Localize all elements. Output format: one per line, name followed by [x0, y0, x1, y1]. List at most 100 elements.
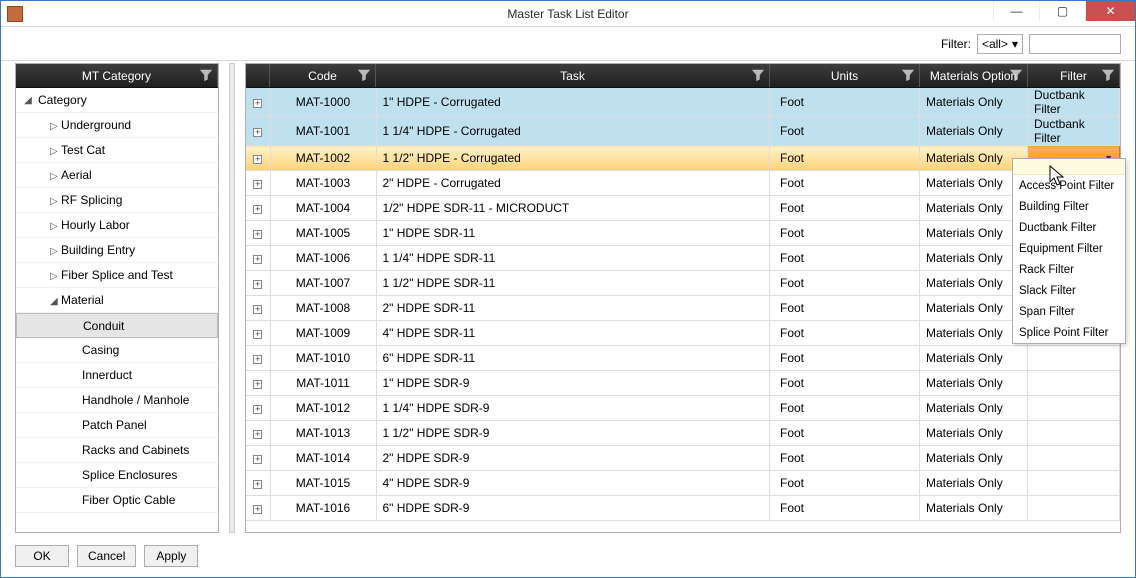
dropdown-option[interactable]: Building Filter: [1013, 196, 1125, 217]
tree-item-fiber-splice-and-test[interactable]: ▷ Fiber Splice and Test: [16, 263, 218, 288]
table-row[interactable]: +MAT-10131 1/2" HDPE SDR-9FootMaterials …: [246, 421, 1120, 446]
task-cell[interactable]: 4" HDPE SDR-11: [376, 321, 770, 346]
code-cell[interactable]: MAT-1007: [270, 271, 376, 296]
units-cell[interactable]: Foot: [770, 196, 920, 221]
table-row[interactable]: +MAT-10011 1/4" HDPE - CorrugatedFootMat…: [246, 117, 1120, 146]
task-cell[interactable]: 1 1/4" HDPE - Corrugated: [376, 117, 770, 146]
filter-cell[interactable]: Ductbank Filter: [1028, 117, 1120, 146]
close-button[interactable]: ✕: [1085, 1, 1135, 21]
task-cell[interactable]: 2" HDPE - Corrugated: [376, 171, 770, 196]
task-cell[interactable]: 4" HDPE SDR-9: [376, 471, 770, 496]
units-cell[interactable]: Foot: [770, 321, 920, 346]
tree-item-building-entry[interactable]: ▷ Building Entry: [16, 238, 218, 263]
table-row[interactable]: +MAT-10082" HDPE SDR-11FootMaterials Onl…: [246, 296, 1120, 321]
tree-item-racks-and-cabinets[interactable]: Racks and Cabinets: [16, 438, 218, 463]
task-cell[interactable]: 1" HDPE - Corrugated: [376, 88, 770, 117]
units-cell[interactable]: Foot: [770, 146, 920, 171]
materials-cell[interactable]: Materials Only: [920, 117, 1028, 146]
expand-cell[interactable]: +: [246, 396, 270, 421]
tree-item-underground[interactable]: ▷ Underground: [16, 113, 218, 138]
tree-item-casing[interactable]: Casing: [16, 338, 218, 363]
task-cell[interactable]: 1 1/4" HDPE SDR-9: [376, 396, 770, 421]
code-cell[interactable]: MAT-1014: [270, 446, 376, 471]
task-header[interactable]: Task: [376, 64, 770, 87]
minimize-button[interactable]: —: [993, 1, 1039, 21]
materials-cell[interactable]: Materials Only: [920, 88, 1028, 117]
expand-cell[interactable]: +: [246, 296, 270, 321]
dropdown-option[interactable]: Slack Filter: [1013, 280, 1125, 301]
task-grid[interactable]: +MAT-10001" HDPE - CorrugatedFootMateria…: [246, 88, 1120, 521]
filter-header[interactable]: Filter: [1028, 64, 1120, 87]
units-cell[interactable]: Foot: [770, 171, 920, 196]
units-cell[interactable]: Foot: [770, 271, 920, 296]
expand-cell[interactable]: +: [246, 88, 270, 117]
table-row[interactable]: +MAT-10001" HDPE - CorrugatedFootMateria…: [246, 88, 1120, 117]
units-cell[interactable]: Foot: [770, 88, 920, 117]
filter-cell[interactable]: [1028, 396, 1120, 421]
tree-item-patch-panel[interactable]: Patch Panel: [16, 413, 218, 438]
code-cell[interactable]: MAT-1003: [270, 171, 376, 196]
table-row[interactable]: +MAT-10166" HDPE SDR-9FootMaterials Only: [246, 496, 1120, 521]
code-cell[interactable]: MAT-1006: [270, 246, 376, 271]
expand-cell[interactable]: +: [246, 446, 270, 471]
filter-icon[interactable]: [1009, 68, 1023, 82]
category-tree[interactable]: ◢Category▷ Underground▷ Test Cat▷ Aerial…: [16, 88, 218, 532]
units-cell[interactable]: Foot: [770, 296, 920, 321]
tree-item-innerduct[interactable]: Innerduct: [16, 363, 218, 388]
expand-cell[interactable]: +: [246, 246, 270, 271]
task-cell[interactable]: 1" HDPE SDR-9: [376, 371, 770, 396]
task-cell[interactable]: 1" HDPE SDR-11: [376, 221, 770, 246]
expand-cell[interactable]: +: [246, 346, 270, 371]
tree-item-aerial[interactable]: ▷ Aerial: [16, 163, 218, 188]
dropdown-option[interactable]: Equipment Filter: [1013, 238, 1125, 259]
table-row[interactable]: +MAT-10051" HDPE SDR-11FootMaterials Onl…: [246, 221, 1120, 246]
tree-item-material[interactable]: ◢ Material: [16, 288, 218, 313]
table-row[interactable]: +MAT-10032" HDPE - CorrugatedFootMateria…: [246, 171, 1120, 196]
tree-item-hourly-labor[interactable]: ▷ Hourly Labor: [16, 213, 218, 238]
task-cell[interactable]: 6" HDPE SDR-11: [376, 346, 770, 371]
filter-cell[interactable]: [1028, 471, 1120, 496]
filter-text-input[interactable]: [1029, 34, 1121, 54]
table-row[interactable]: +MAT-10061 1/4" HDPE SDR-11FootMaterials…: [246, 246, 1120, 271]
code-cell[interactable]: MAT-1013: [270, 421, 376, 446]
category-header[interactable]: MT Category: [16, 64, 218, 87]
materials-cell[interactable]: Materials Only: [920, 446, 1028, 471]
splitter[interactable]: [229, 63, 235, 533]
filter-icon[interactable]: [357, 68, 371, 82]
filter-icon[interactable]: [751, 68, 765, 82]
code-cell[interactable]: MAT-1008: [270, 296, 376, 321]
units-cell[interactable]: Foot: [770, 371, 920, 396]
filter-icon[interactable]: [199, 68, 213, 82]
units-cell[interactable]: Foot: [770, 446, 920, 471]
filter-cell[interactable]: [1028, 446, 1120, 471]
tree-item-conduit[interactable]: Conduit: [16, 313, 218, 338]
table-row[interactable]: +MAT-10111" HDPE SDR-9FootMaterials Only: [246, 371, 1120, 396]
tree-root[interactable]: ◢Category: [16, 88, 218, 113]
tree-item-splice-enclosures[interactable]: Splice Enclosures: [16, 463, 218, 488]
task-cell[interactable]: 1 1/4" HDPE SDR-11: [376, 246, 770, 271]
task-cell[interactable]: 1/2" HDPE SDR-11 - MICRODUCT: [376, 196, 770, 221]
units-header[interactable]: Units: [770, 64, 920, 87]
code-cell[interactable]: MAT-1005: [270, 221, 376, 246]
tree-item-fiber-optic-cable[interactable]: Fiber Optic Cable: [16, 488, 218, 513]
units-cell[interactable]: Foot: [770, 246, 920, 271]
expand-cell[interactable]: +: [246, 146, 270, 171]
dropdown-option[interactable]: Span Filter: [1013, 301, 1125, 322]
materials-cell[interactable]: Materials Only: [920, 396, 1028, 421]
tree-item-test-cat[interactable]: ▷ Test Cat: [16, 138, 218, 163]
materials-cell[interactable]: Materials Only: [920, 421, 1028, 446]
table-row[interactable]: +MAT-10142" HDPE SDR-9FootMaterials Only: [246, 446, 1120, 471]
filter-cell[interactable]: Ductbank Filter: [1028, 88, 1120, 117]
maximize-button[interactable]: ▢: [1039, 1, 1085, 21]
tree-item-handhole-manhole[interactable]: Handhole / Manhole: [16, 388, 218, 413]
dropdown-option[interactable]: Ductbank Filter: [1013, 217, 1125, 238]
dropdown-option[interactable]: Rack Filter: [1013, 259, 1125, 280]
expand-cell[interactable]: +: [246, 171, 270, 196]
materials-header[interactable]: Materials Option: [920, 64, 1028, 87]
expand-cell[interactable]: +: [246, 117, 270, 146]
code-cell[interactable]: MAT-1002: [270, 146, 376, 171]
task-cell[interactable]: 1 1/2" HDPE SDR-11: [376, 271, 770, 296]
ok-button[interactable]: OK: [15, 545, 69, 567]
filter-combo[interactable]: <all> ▾: [977, 34, 1023, 54]
units-cell[interactable]: Foot: [770, 396, 920, 421]
